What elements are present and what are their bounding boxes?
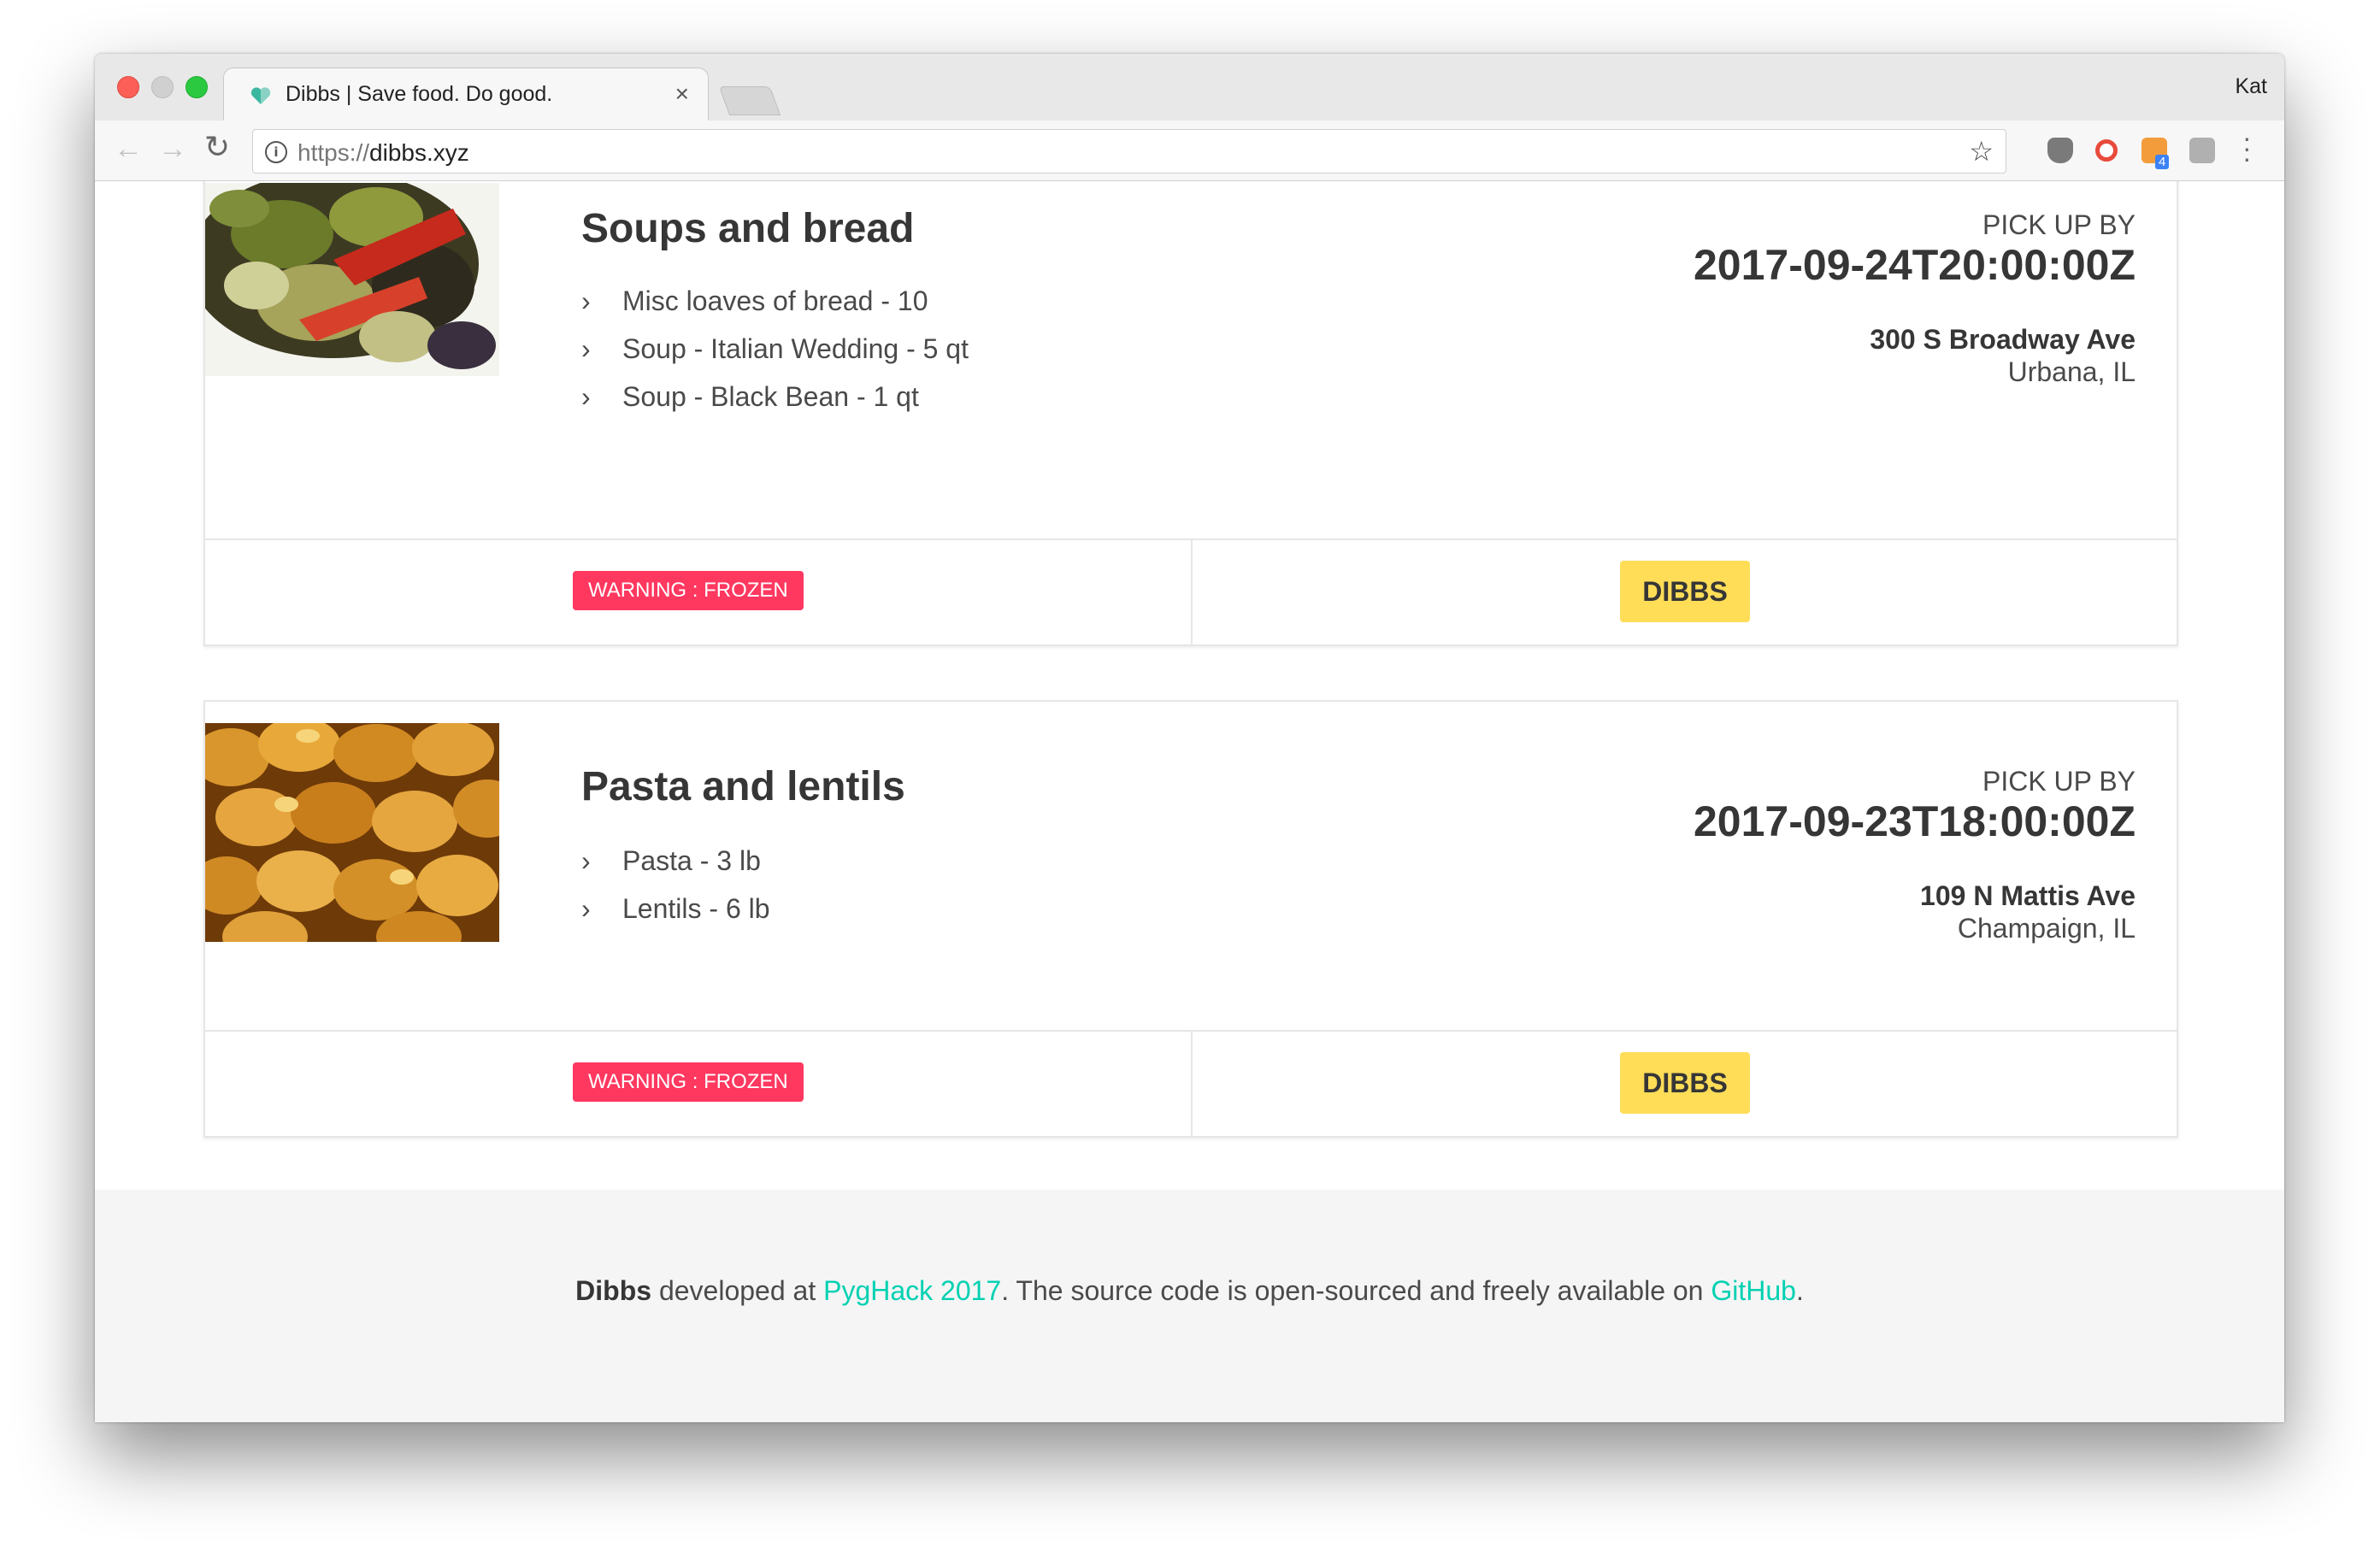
item-text: Misc loaves of bread - 10 — [622, 285, 928, 316]
info-icon[interactable]: i — [265, 141, 287, 163]
browser-toolbar: ← → ↻ i https://dibbs.xyz ☆ 4 · · · — [95, 121, 2284, 181]
listing-card: Pasta and lentils › Pasta - 3 lb › Lentils… — [203, 700, 2178, 1138]
tab-close-icon[interactable]: × — [675, 80, 689, 108]
pyghack-link[interactable]: PygHack 2017 — [823, 1275, 1001, 1306]
profile-name[interactable]: Kat — [2235, 74, 2267, 99]
maximize-window-button[interactable] — [186, 76, 208, 98]
listing-card: Soups and bread › Misc loaves of bread - … — [203, 181, 2178, 646]
dibbs-button[interactable]: DIBBS — [1620, 1052, 1750, 1114]
listing-title: Soups and bread — [581, 206, 915, 251]
pickup-time: 2017-09-23T18:00:00Z — [1694, 797, 2136, 845]
minimize-window-button[interactable] — [151, 76, 174, 98]
address-city: Urbana, IL — [2007, 356, 2136, 387]
card-footer-left: WARNING : FROZEN — [205, 540, 1193, 644]
url-host: dibbs.xyz — [369, 139, 469, 166]
chevron-right-icon: › — [581, 893, 591, 924]
pickup-info: PICK UP BY 2017-09-23T18:00:00Z 109 N Ma… — [1694, 765, 2136, 944]
item-text: Lentils - 6 lb — [622, 893, 770, 924]
chevron-right-icon: › — [581, 333, 591, 364]
footer-text-1: developed at — [651, 1275, 824, 1306]
url-text[interactable]: https://dibbs.xyz — [298, 139, 469, 167]
forward-arrow-icon[interactable]: → — [158, 132, 187, 166]
chevron-right-icon: › — [581, 845, 591, 876]
opera-extension-icon[interactable] — [2095, 139, 2118, 162]
github-link[interactable]: GitHub — [1711, 1275, 1796, 1306]
browser-window: Dibbs | Save food. Do good. × Kat ← → ↻ … — [95, 54, 2284, 1422]
bread-rolls-photo — [205, 723, 499, 942]
extension-badge: 4 — [2155, 155, 2170, 169]
address-street: 300 S Broadway Ave — [1870, 324, 2136, 355]
footer-text: Dibbs developed at PygHack 2017. The sou… — [95, 1275, 2284, 1307]
item-text: Pasta - 3 lb — [622, 845, 761, 876]
title-bar: Dibbs | Save food. Do good. × Kat — [95, 54, 2284, 123]
chevron-right-icon: › — [581, 381, 591, 412]
footer-brand: Dibbs — [575, 1275, 652, 1306]
item-text: Soup - Italian Wedding - 5 qt — [622, 333, 969, 364]
pickup-label: PICK UP BY — [1982, 209, 2136, 240]
address-city: Champaign, IL — [1957, 913, 2136, 944]
grilled-vegetables-photo — [205, 183, 499, 376]
frozen-warning-tag: WARNING : FROZEN — [573, 571, 804, 610]
pickup-info: PICK UP BY 2017-09-24T20:00:00Z 300 S Br… — [1694, 209, 2136, 388]
browser-tab[interactable]: Dibbs | Save food. Do good. × — [223, 68, 709, 123]
extension-icon[interactable] — [2189, 138, 2215, 163]
new-tab-button[interactable] — [718, 86, 781, 115]
bookmark-star-icon[interactable]: ☆ — [1969, 135, 1994, 168]
site-footer: Dibbs developed at PygHack 2017. The sou… — [95, 1190, 2284, 1422]
heart-favicon-icon — [250, 87, 271, 104]
browser-menu-icon[interactable]: · · · — [2242, 124, 2252, 172]
back-arrow-icon[interactable]: ← — [114, 132, 143, 166]
chevron-right-icon: › — [581, 285, 591, 316]
close-window-button[interactable] — [117, 76, 139, 98]
page-content: Soups and bread › Misc loaves of bread - … — [95, 181, 2284, 1422]
item-text: Soup - Black Bean - 1 qt — [622, 381, 919, 412]
address-street: 109 N Mattis Ave — [1920, 880, 2136, 911]
card-footer-right: DIBBS — [1193, 1032, 2177, 1136]
dibbs-button[interactable]: DIBBS — [1620, 561, 1750, 622]
card-footer-right: DIBBS — [1193, 540, 2177, 644]
tab-title: Dibbs | Save food. Do good. — [286, 82, 553, 106]
card-footer: WARNING : FROZEN DIBBS — [205, 538, 2177, 644]
pickup-label: PICK UP BY — [1982, 766, 2136, 797]
footer-text-3: . — [1795, 1275, 1804, 1306]
frozen-warning-tag: WARNING : FROZEN — [573, 1062, 804, 1102]
card-footer-left: WARNING : FROZEN — [205, 1032, 1193, 1136]
footer-text-2: . The source code is open-sourced and fr… — [1001, 1275, 1711, 1306]
address-bar[interactable]: i https://dibbs.xyz ☆ — [252, 129, 2006, 174]
pickup-time: 2017-09-24T20:00:00Z — [1694, 241, 2136, 289]
listing-title: Pasta and lentils — [581, 764, 905, 809]
pocket-extension-icon[interactable] — [2047, 138, 2073, 163]
url-scheme: https:// — [298, 139, 370, 166]
reload-icon[interactable]: ↻ — [204, 129, 230, 165]
card-footer: WARNING : FROZEN DIBBS — [205, 1030, 2177, 1136]
